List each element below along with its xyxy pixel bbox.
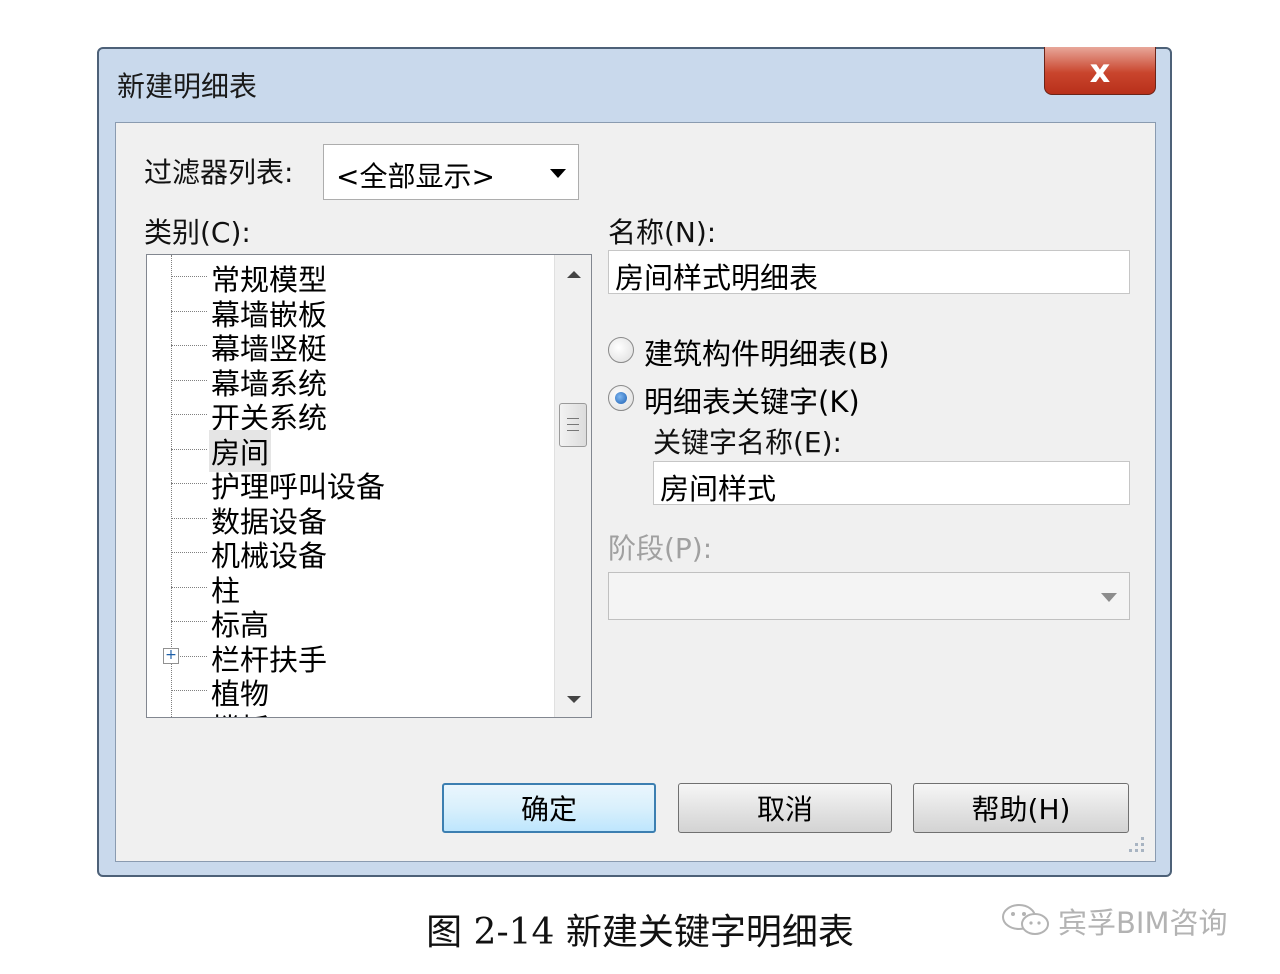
chevron-down-icon xyxy=(550,169,566,178)
tree-connector xyxy=(171,345,207,346)
name-field-value: 房间样式明细表 xyxy=(615,261,819,295)
tree-connector xyxy=(171,621,207,622)
cancel-button[interactable]: 取消 xyxy=(678,783,892,833)
chevron-down-icon xyxy=(1101,593,1117,602)
tree-connector xyxy=(171,310,207,312)
filter-list-dropdown[interactable]: <全部显示> xyxy=(323,144,579,200)
scroll-down-icon[interactable] xyxy=(567,696,581,703)
radio-unchecked[interactable] xyxy=(608,337,634,363)
scroll-thumb[interactable] xyxy=(559,403,587,447)
tree-connector xyxy=(171,552,207,553)
building-component-schedule-label: 建筑构件明细表(B) xyxy=(644,337,890,371)
tree-connector xyxy=(171,414,207,415)
cancel-button-label: 取消 xyxy=(756,793,813,826)
tree-connector xyxy=(171,586,207,588)
key-name-field-value: 房间样式 xyxy=(660,472,777,506)
schedule-key-label: 明细表关键字(K) xyxy=(644,385,860,419)
phase-label: 阶段(P): xyxy=(608,532,713,565)
help-button[interactable]: 帮助(H) xyxy=(913,783,1129,833)
category-label: 类别(C): xyxy=(144,216,251,249)
ok-button-label: 确定 xyxy=(520,793,577,826)
new-schedule-dialog: 新建明细表 x 过滤器列表: <全部显示> 类别(C): 常规模型 幕墙嵌板 幕墙竖… xyxy=(97,47,1172,877)
dialog-body: 过滤器列表: <全部显示> 类别(C): 常规模型 幕墙嵌板 幕墙竖梃 幕墙系统 开关系… xyxy=(115,122,1156,862)
watermark-text: 宾孚BIM咨询 xyxy=(1058,906,1228,940)
tree-connector xyxy=(171,483,207,484)
radio-checked[interactable] xyxy=(608,385,634,411)
close-icon: x xyxy=(1089,51,1111,90)
key-name-label: 关键字名称(E): xyxy=(653,426,842,459)
tree-connector xyxy=(171,517,207,519)
ok-button[interactable]: 确定 xyxy=(442,783,656,833)
tree-connector xyxy=(171,690,207,691)
phase-dropdown[interactable] xyxy=(608,572,1130,620)
resize-grip-icon[interactable] xyxy=(1125,833,1145,853)
category-tree[interactable]: 常规模型 幕墙嵌板 幕墙竖梃 幕墙系统 开关系统 房间 护理呼叫设备 数据设备 机械设备柱标高 +… xyxy=(146,254,592,718)
dialog-title: 新建明细表 xyxy=(117,70,258,103)
name-label: 名称(N): xyxy=(608,216,717,249)
name-field[interactable]: 房间样式明细表 xyxy=(608,250,1130,295)
scroll-up-icon[interactable] xyxy=(567,271,581,278)
category-scrollbar[interactable] xyxy=(554,255,591,717)
tree-item-label: 楼板 xyxy=(209,706,271,718)
wechat-icon xyxy=(1002,904,1049,935)
help-button-label: 帮助(H) xyxy=(971,793,1071,826)
expand-icon[interactable]: + xyxy=(163,716,179,717)
key-name-field[interactable]: 房间样式 xyxy=(653,461,1130,506)
filter-list-label: 过滤器列表: xyxy=(144,156,294,189)
expand-icon[interactable]: + xyxy=(163,647,179,664)
tree-connector xyxy=(171,379,207,381)
tree-connector xyxy=(171,276,207,277)
filter-list-value: <全部显示> xyxy=(336,160,495,193)
tree-connector xyxy=(171,448,207,450)
close-button[interactable]: x xyxy=(1044,47,1156,95)
title-bar[interactable]: 新建明细表 x xyxy=(99,47,1170,119)
